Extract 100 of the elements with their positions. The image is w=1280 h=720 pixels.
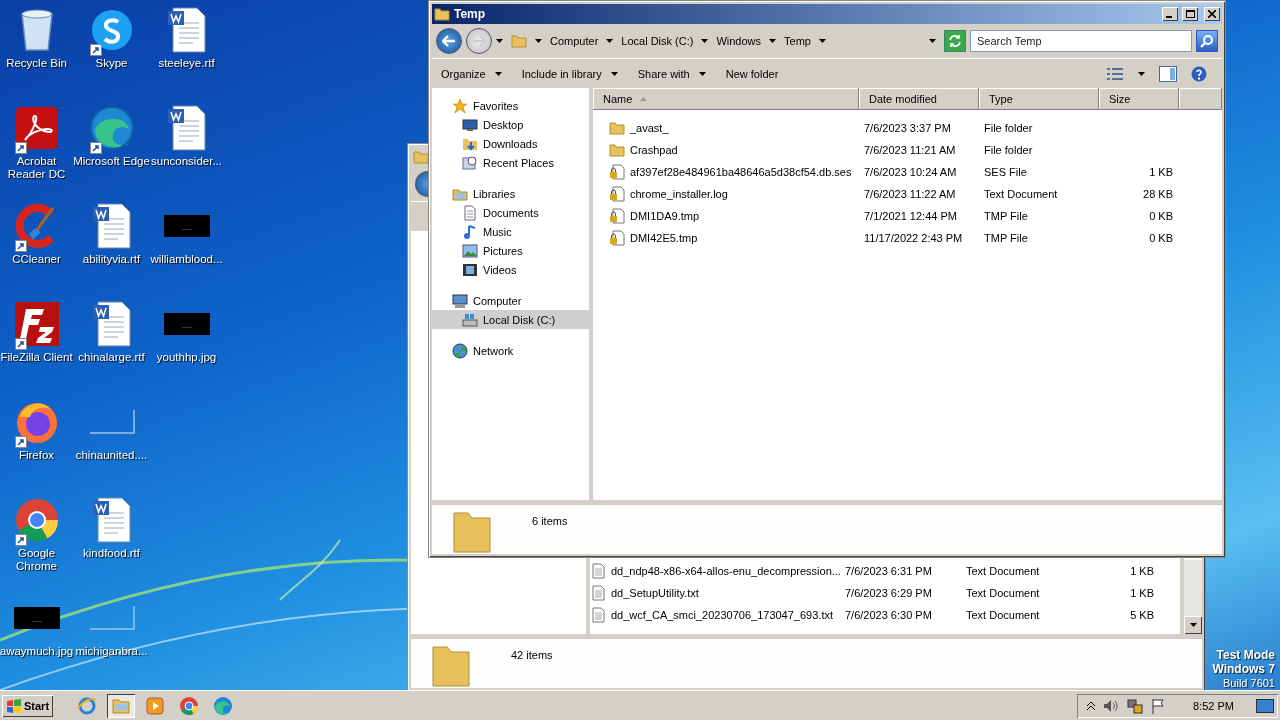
speaker-icon[interactable] [1103, 698, 1120, 713]
column-header[interactable]: Date modified [859, 88, 979, 110]
document-icon [91, 203, 132, 249]
file-type: Text Document [983, 188, 1059, 200]
filezilla-icon [13, 301, 60, 347]
documents-icon [462, 204, 478, 221]
preview-pane-icon[interactable] [1159, 65, 1177, 82]
file-date: 7/1/2021 12:44 PM [863, 210, 958, 222]
recycle-bin-icon [18, 8, 55, 52]
file-date: 7/6/2023 3:37 PM [863, 122, 952, 134]
item-count: 42 items [511, 649, 553, 661]
file-date: 7/6/2023 6:31 PM [845, 565, 933, 577]
file-name[interactable]: dd_wcf_CA_smci_20230706_173047_693.txt [611, 609, 833, 621]
column-header[interactable]: Size [1099, 88, 1179, 110]
file-name[interactable]: dd_ndp48-x86-x64-allos-enu_decompression... [611, 565, 841, 577]
show-hidden-icons-icon[interactable] [1087, 700, 1096, 711]
desktop-icon-label[interactable]: Microsoft Edge [72, 155, 151, 168]
file-date: 11/17/2022 2:43 PM [863, 232, 964, 244]
nav-item[interactable]: Downloads [432, 134, 589, 153]
file-type: TMP File [983, 210, 1029, 222]
column-header[interactable]: Type [979, 88, 1099, 110]
document-icon [166, 7, 207, 53]
toolbar-button[interactable]: Include in library [521, 67, 618, 80]
star-icon [452, 97, 468, 114]
back-button[interactable] [415, 171, 429, 197]
taskbar-app-button[interactable] [107, 693, 136, 718]
nav-item[interactable]: Pictures [432, 241, 589, 260]
nav-item[interactable]: Documents [432, 203, 589, 222]
file-name[interactable]: DMI1DA9.tmp [630, 210, 700, 222]
file-date: 7/6/2023 6:30 PM [845, 609, 933, 621]
skype-icon [89, 8, 134, 52]
document-icon [166, 105, 207, 151]
column-header[interactable]: Name [593, 88, 859, 110]
file-name[interactable]: dd_SetupUtility.txt [611, 587, 699, 599]
back-arrow-icon [442, 35, 456, 47]
forward-button[interactable] [466, 28, 492, 54]
nav-item[interactable]: Recent Places [432, 153, 589, 172]
close-button[interactable] [1204, 7, 1220, 21]
toolbar-button[interactable]: Organize [441, 67, 502, 80]
search-field[interactable]: Search Temp [970, 30, 1192, 52]
locked-file-icon [609, 186, 625, 202]
nav-item[interactable]: Computer [432, 291, 589, 310]
maximize-button[interactable] [1182, 7, 1198, 21]
search-icon [1200, 34, 1214, 48]
file-name[interactable]: chrome_installer.log [630, 188, 728, 200]
item-count: 6 items [532, 515, 568, 527]
file-type: Text Document [966, 565, 1041, 577]
file-type: SES File [983, 166, 1028, 178]
flag-icon[interactable] [1151, 697, 1166, 714]
caret-icon [1189, 623, 1197, 627]
forward-arrow-icon [472, 35, 486, 47]
file-name[interactable]: DMI42E5.tmp [630, 232, 698, 244]
refresh-button[interactable] [944, 30, 966, 52]
nav-item[interactable]: Videos [432, 260, 589, 279]
file-size: 28 KB [1143, 188, 1174, 200]
minimize-button[interactable] [1162, 7, 1178, 21]
toolbar-button[interactable]: New folder [725, 67, 779, 80]
folder-icon [609, 120, 625, 136]
caret-icon [496, 39, 503, 43]
back-button[interactable] [436, 28, 462, 54]
column-header [1179, 88, 1222, 110]
test-mode-text: Test Mode [1216, 648, 1275, 662]
image-thumbnail-icon [163, 215, 210, 237]
search-button[interactable] [1196, 30, 1218, 52]
file-name[interactable]: Crashpad [630, 144, 678, 156]
edge-icon [88, 105, 135, 151]
chrome-icon [13, 497, 60, 543]
folder-icon [511, 33, 527, 49]
nav-item[interactable]: Desktop [432, 115, 589, 134]
locked-file-icon [609, 164, 625, 180]
breadcrumb[interactable]: Windows [716, 35, 762, 47]
pictures-icon [462, 242, 478, 259]
breadcrumb[interactable]: Computer [550, 35, 599, 47]
folder-icon [609, 142, 625, 158]
show-desktop-icon[interactable] [1256, 698, 1274, 713]
folder-icon [431, 643, 471, 687]
media-player-icon [145, 695, 166, 716]
nav-item[interactable]: Libraries [432, 184, 589, 203]
nav-item[interactable]: Music [432, 222, 589, 241]
clock[interactable]: 8:52 PM [1193, 699, 1234, 712]
caret-icon [769, 39, 777, 43]
toolbar-button[interactable]: Share with [637, 67, 706, 80]
help-icon[interactable] [1191, 65, 1207, 82]
network-icon[interactable] [1127, 697, 1144, 714]
nav-item[interactable]: Local Disk (C:) [432, 310, 589, 329]
scrollbar[interactable] [1184, 560, 1202, 634]
start-button[interactable]: Start [2, 694, 54, 717]
file-size: 1 KB [1130, 587, 1155, 599]
nav-item[interactable]: Favorites [432, 96, 589, 115]
image-thumbnail-icon [88, 410, 135, 434]
view-options-icon[interactable] [1106, 66, 1124, 81]
folder-icon [413, 149, 429, 165]
file-size: 0 KB [1149, 232, 1174, 244]
breadcrumb[interactable]: Local Disk (C:) [621, 35, 694, 47]
breadcrumb[interactable]: Temp [784, 35, 811, 47]
scroll-down-button[interactable] [1184, 616, 1202, 634]
test-mode-text: Build 7601 [1223, 676, 1275, 690]
file-name[interactable]: af397ef28e484961ba48646a5d38cf54.db.ses [630, 166, 852, 178]
nav-item[interactable]: Network [432, 341, 589, 360]
file-name[interactable]: _avast_ [630, 122, 669, 134]
